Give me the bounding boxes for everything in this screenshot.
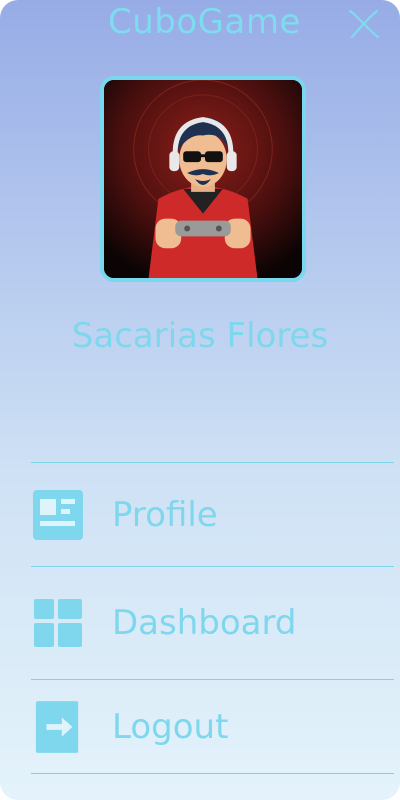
logout-icon [33, 700, 83, 753]
menu-item-label: Dashboard [112, 603, 297, 643]
profile-card-icon [33, 489, 83, 540]
menu-item-label: Profile [112, 494, 218, 535]
menu-item-label: Logout [112, 706, 229, 747]
menu-item-dashboard[interactable]: Dashboard [31, 567, 394, 679]
user-name: Sacarias Flores [71, 316, 329, 356]
menu-divider [31, 773, 394, 774]
dashboard-icon [33, 598, 83, 648]
avatar [100, 76, 306, 282]
nav-menu: Profile Dashboard Logout [31, 462, 394, 774]
close-icon [348, 9, 380, 39]
app-title: CuboGame [108, 2, 301, 42]
menu-item-profile[interactable]: Profile [31, 463, 394, 566]
menu-item-logout[interactable]: Logout [31, 680, 394, 773]
gamer-avatar-image [104, 80, 302, 278]
close-button[interactable] [346, 6, 382, 42]
sidebar-panel: CuboGame Sacarias Flores Profile Dashboa… [0, 0, 400, 800]
